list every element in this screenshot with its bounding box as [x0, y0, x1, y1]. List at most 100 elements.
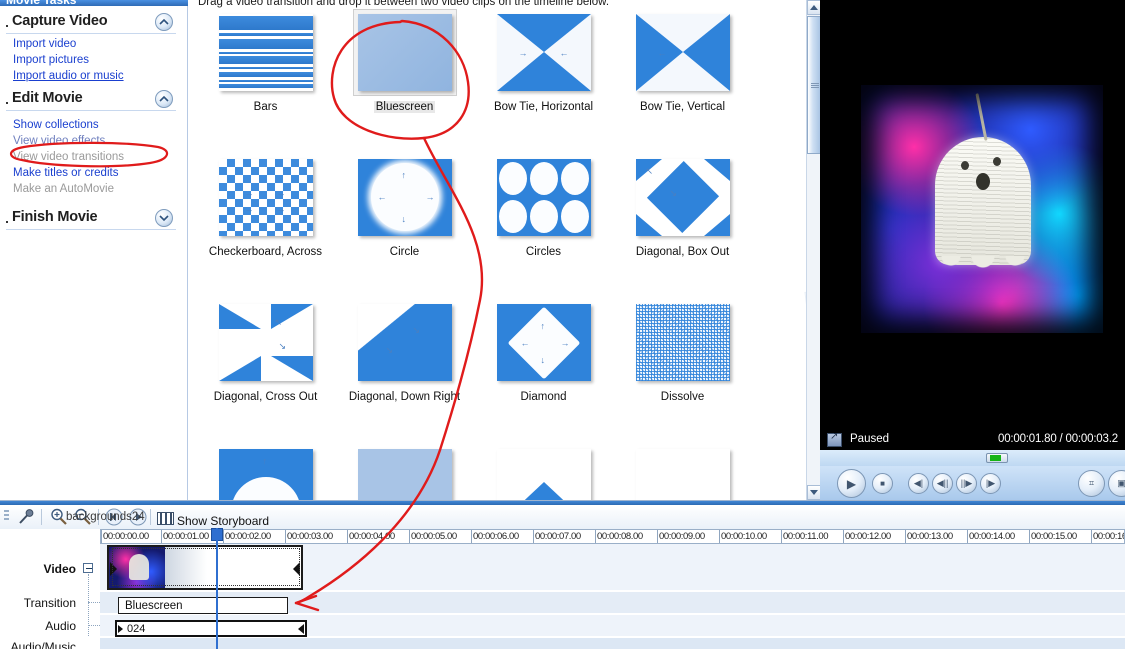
transition-item-circles[interactable]: Circles	[474, 155, 613, 300]
diamond-thumbnail-icon: ↑ ← → ↓	[496, 304, 591, 381]
track-tree-line	[88, 602, 100, 603]
edit-movie-title: Edit Movie	[12, 90, 83, 106]
bow-tie-vertical-thumbnail-icon: ← →	[635, 14, 730, 91]
link-view-video-effects[interactable]: View video effects	[6, 133, 176, 149]
bluescreen-thumbnail-icon	[357, 14, 452, 91]
scroll-up-icon[interactable]	[807, 0, 820, 15]
storyboard-icon[interactable]	[157, 512, 174, 525]
seek-thumb[interactable]	[986, 453, 1008, 463]
ruler-tick: 00:00:15.00	[1031, 531, 1077, 542]
play-button[interactable]: ▶	[837, 469, 866, 498]
capture-video-header[interactable]: Capture Video	[6, 12, 176, 34]
audio-music-track-row[interactable]	[100, 638, 1125, 649]
transition-item-bars[interactable]: Bars	[196, 10, 335, 155]
transition-item-checkerboard-across[interactable]: → → → → Checkerboard, Across	[196, 155, 335, 300]
transition-clip-bluescreen[interactable]: Bluescreen	[118, 597, 288, 614]
ruler-tick: 00:00:05.00	[411, 531, 457, 542]
transition-clip-name: Bluescreen	[125, 600, 183, 612]
roof-thumbnail-icon: ↘ ↙	[496, 449, 591, 500]
chevron-up-icon[interactable]	[155, 13, 173, 31]
transition-item-bow-tie-vertical[interactable]: ← → Bow Tie, Vertical	[613, 10, 752, 155]
audio-clip-name: 024	[127, 623, 146, 635]
transition-item-bow-tie-horizontal[interactable]: → ← Bow Tie, Horizontal	[474, 10, 613, 155]
collection-scrollbar[interactable]	[806, 0, 820, 500]
preview-video-frame[interactable]	[861, 85, 1103, 333]
transition-item-row4-3[interactable]: ↘ ↙	[474, 445, 613, 500]
capture-video-title: Capture Video	[12, 13, 108, 29]
diagonal-down-right-thumbnail-icon: ↘ ↘	[357, 304, 452, 381]
transition-label: Bow Tie, Horizontal	[493, 101, 594, 113]
thumb-wrap	[215, 10, 317, 95]
track-tree-line	[88, 574, 89, 636]
chevron-up-icon[interactable]	[155, 90, 173, 108]
transition-label: Bars	[253, 101, 278, 113]
video-track-collapse-toggle[interactable]	[83, 563, 93, 573]
thumb-wrap: ← →	[632, 10, 734, 95]
track-tree-line	[88, 625, 100, 626]
circle-thumbnail-icon: ↑ ← → ↓	[357, 159, 452, 236]
clip-trim-handle-left[interactable]	[110, 562, 117, 576]
transition-item-row4-1[interactable]: ↑	[196, 445, 335, 500]
take-picture-button[interactable]: ▣	[1108, 470, 1125, 497]
dissolve-thumbnail-icon	[635, 304, 730, 381]
audio-clip-024[interactable]: 024	[115, 620, 307, 637]
narrate-timeline-icon[interactable]	[17, 508, 35, 529]
ruler-tick: 00:00:00.00	[103, 531, 149, 542]
bow-tie-horizontal-thumbnail-icon: → ←	[496, 14, 591, 91]
thumb-wrap	[352, 9, 457, 96]
transition-item-dissolve[interactable]: Dissolve	[613, 300, 752, 445]
link-make-an-automovie[interactable]: Make an AutoMovie	[6, 181, 176, 197]
link-import-pictures[interactable]: Import pictures	[6, 52, 176, 68]
movie-maker-window: Movie Tasks Capture Video Import video I…	[0, 0, 1125, 649]
next-frame-button[interactable]: |▶	[980, 473, 1001, 494]
transition-item-diagonal-cross-out[interactable]: ↖ ↘ Diagonal, Cross Out	[196, 300, 335, 445]
seek-bar[interactable]	[820, 450, 1125, 466]
chevron-down-icon[interactable]	[155, 209, 173, 227]
transition-item-row4-2[interactable]	[335, 445, 474, 500]
link-show-collections[interactable]: Show collections	[6, 117, 176, 133]
link-view-video-transitions[interactable]: View video transitions	[6, 149, 176, 165]
transition-label: Bluescreen	[373, 101, 436, 113]
eyes-thumbnail-icon	[635, 449, 730, 500]
playback-status-text: Paused	[850, 433, 890, 445]
previous-frame-button[interactable]: ◀|	[908, 473, 929, 494]
video-transitions-collection-pane[interactable]: Drag a video transition and drop it betw…	[188, 0, 820, 500]
movie-tasks-pane: Movie Tasks Capture Video Import video I…	[0, 0, 188, 500]
ruler-tick: 00:00:01.00	[163, 531, 209, 542]
thumb-wrap: ↑	[215, 445, 317, 500]
forward-frame-button[interactable]: ||▶	[956, 473, 977, 494]
scroll-down-icon[interactable]	[807, 485, 820, 500]
transition-item-diagonal-down-right[interactable]: ↘ ↘ Diagonal, Down Right	[335, 300, 474, 445]
video-clip-backgrounds24[interactable]	[107, 545, 303, 590]
track-label-transition: Transition	[23, 596, 76, 610]
transition-item-bluescreen[interactable]: Bluescreen	[335, 9, 474, 155]
toolbar-separator	[41, 509, 42, 525]
transition-item-diagonal-box-out[interactable]: ↖ ↘ Diagonal, Box Out	[613, 155, 752, 300]
timeline-ruler[interactable]: 00:00:00.00 00:00:01.00 00:00:02.00 00:0…	[100, 529, 1125, 544]
link-make-titles-or-credits[interactable]: Make titles or credits	[6, 165, 176, 181]
split-clip-button[interactable]: ⌗	[1078, 470, 1105, 497]
stop-button[interactable]: ■	[872, 473, 893, 494]
link-import-audio-or-music[interactable]: Import audio or music	[6, 68, 176, 84]
show-storyboard-button[interactable]: Show Storyboard	[177, 514, 269, 528]
playback-timecode: 00:00:01.80 / 00:00:03.2	[998, 433, 1118, 445]
thumb-wrap: ↑ ← → ↓	[493, 300, 595, 385]
audio-trim-handle-left[interactable]	[118, 625, 123, 633]
toolbar-separator	[150, 509, 151, 525]
edit-movie-header[interactable]: Edit Movie	[6, 89, 176, 111]
transport-controls: ▶ ■ ◀| ◀|| ||▶ |▶ ⌗ ▣	[820, 466, 1125, 500]
finish-movie-header[interactable]: Finish Movie	[6, 208, 176, 230]
clip-trim-handle-right[interactable]	[293, 562, 300, 576]
thumb-wrap	[493, 155, 595, 240]
toolbar-grip-icon	[4, 510, 12, 524]
fullscreen-icon[interactable]	[827, 431, 842, 447]
scrollbar-thumb[interactable]	[807, 16, 820, 154]
transition-item-row4-4[interactable]	[613, 445, 752, 500]
transition-item-diamond[interactable]: ↑ ← → ↓ Diamond	[474, 300, 613, 445]
transition-item-circle[interactable]: ↑ ← → ↓ Circle	[335, 155, 474, 300]
collection-hint-text: Drag a video transition and drop it betw…	[198, 0, 610, 8]
audio-trim-handle-right[interactable]	[298, 624, 304, 634]
back-frame-button[interactable]: ◀||	[932, 473, 953, 494]
diagonal-cross-out-thumbnail-icon: ↖ ↘	[218, 304, 313, 381]
link-import-video[interactable]: Import video	[6, 36, 176, 52]
